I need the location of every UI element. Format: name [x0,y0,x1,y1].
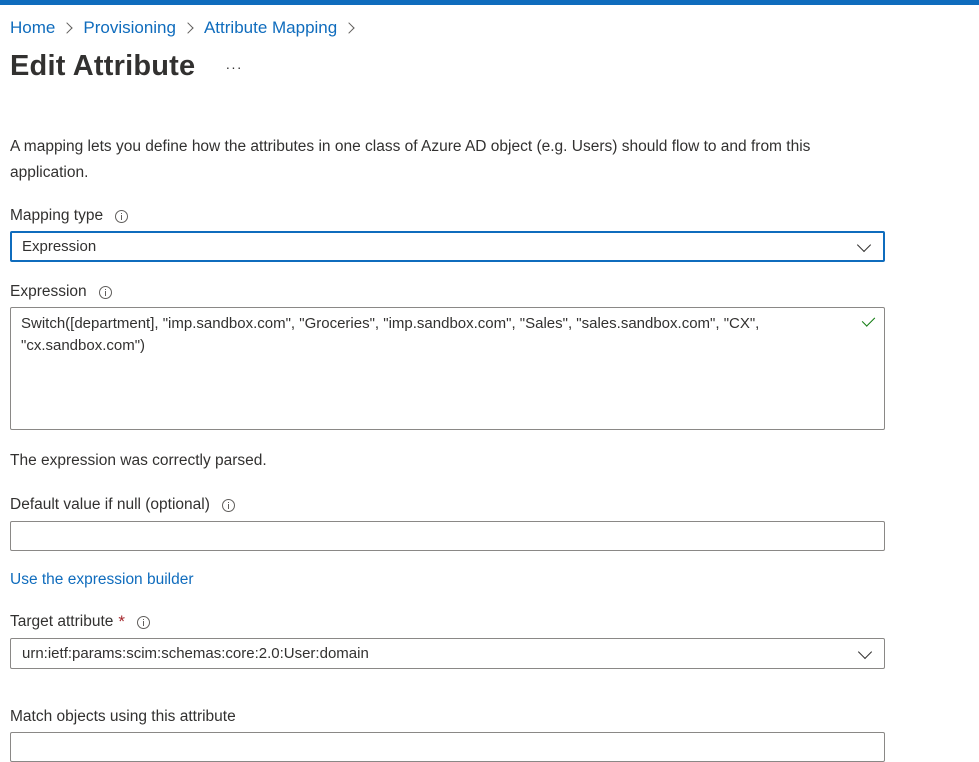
chevron-right-icon [343,22,355,34]
info-icon[interactable] [221,498,235,512]
info-icon[interactable] [115,209,129,223]
chevron-down-icon [857,644,873,660]
required-indicator: * [118,612,126,631]
breadcrumb: Home Provisioning Attribute Mapping [10,17,365,39]
mapping-type-label-text: Mapping type [10,207,104,224]
mapping-type-dropdown[interactable]: Expression [10,231,885,262]
info-icon[interactable] [98,285,112,299]
chevron-right-icon [182,22,194,34]
expression-textarea[interactable]: Switch([department], "imp.sandbox.com", … [10,307,885,430]
match-objects-label: Match objects using this attribute [10,707,236,727]
default-value-label-text: Default value if null (optional) [10,496,210,513]
mapping-type-value: Expression [22,238,97,255]
breadcrumb-attribute-mapping[interactable]: Attribute Mapping [204,18,337,38]
more-options-button[interactable]: ··· [222,57,246,77]
expression-status: The expression was correctly parsed. [10,452,267,469]
top-accent-bar [0,0,979,5]
default-value-input[interactable] [10,521,885,551]
breadcrumb-home[interactable]: Home [10,18,55,38]
target-attribute-label: Target attribute * [10,612,151,632]
target-attribute-dropdown[interactable]: urn:ietf:params:scim:schemas:core:2.0:Us… [10,638,885,669]
mapping-type-label: Mapping type [10,206,129,226]
breadcrumb-provisioning[interactable]: Provisioning [83,18,176,38]
expression-builder-link[interactable]: Use the expression builder [10,571,194,589]
target-attribute-value: urn:ietf:params:scim:schemas:core:2.0:Us… [22,645,369,662]
chevron-down-icon [856,237,872,253]
match-objects-label-text: Match objects using this attribute [10,708,236,725]
chevron-right-icon [61,22,74,34]
page-title: Edit Attribute [10,50,196,82]
default-value-label: Default value if null (optional) [10,495,235,515]
expression-label-text: Expression [10,283,87,300]
info-icon[interactable] [137,615,151,629]
target-attribute-label-text: Target attribute [10,613,114,630]
page-description: A mapping lets you define how the attrib… [10,138,811,181]
expression-label: Expression [10,282,112,302]
match-objects-dropdown[interactable] [10,732,885,762]
